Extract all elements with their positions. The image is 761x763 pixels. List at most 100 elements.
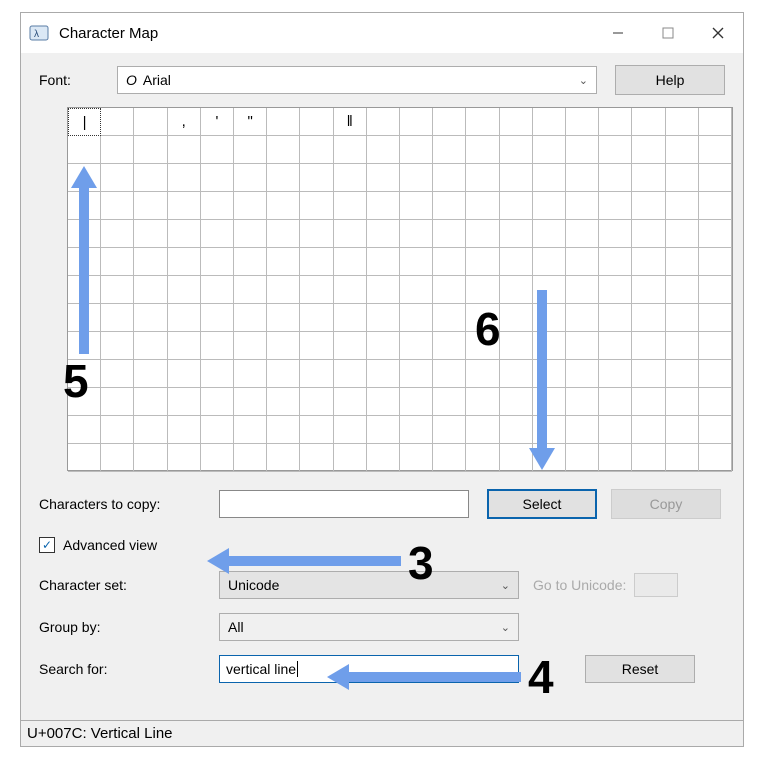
grid-cell[interactable] <box>168 164 201 192</box>
grid-cell[interactable] <box>367 136 400 164</box>
grid-cell[interactable] <box>68 416 101 444</box>
grid-cell[interactable] <box>168 220 201 248</box>
grid-cell[interactable] <box>201 220 234 248</box>
grid-cell[interactable] <box>234 388 267 416</box>
grid-cell[interactable] <box>101 332 134 360</box>
grid-cell[interactable] <box>134 192 167 220</box>
grid-cell[interactable] <box>300 416 333 444</box>
grid-cell[interactable] <box>300 304 333 332</box>
grid-cell[interactable] <box>533 248 566 276</box>
grid-cell[interactable] <box>400 444 433 472</box>
grid-cell[interactable] <box>334 360 367 388</box>
grid-cell[interactable] <box>533 304 566 332</box>
grid-cell[interactable] <box>533 220 566 248</box>
grid-cell[interactable] <box>168 248 201 276</box>
grid-cell[interactable] <box>666 388 699 416</box>
grid-cell[interactable] <box>234 164 267 192</box>
grid-cell[interactable] <box>599 388 632 416</box>
grid-cell[interactable] <box>334 444 367 472</box>
grid-cell[interactable] <box>400 276 433 304</box>
grid-cell[interactable] <box>68 304 101 332</box>
grid-cell[interactable] <box>101 360 134 388</box>
grid-cell[interactable] <box>533 388 566 416</box>
grid-cell[interactable] <box>101 304 134 332</box>
grid-cell[interactable] <box>234 276 267 304</box>
grid-cell[interactable] <box>566 164 599 192</box>
grid-cell[interactable]: , <box>168 108 201 136</box>
grid-cell[interactable] <box>566 416 599 444</box>
grid-cell[interactable] <box>168 444 201 472</box>
grid-cell[interactable] <box>466 164 499 192</box>
grid-cell[interactable] <box>666 360 699 388</box>
grid-cell[interactable] <box>367 416 400 444</box>
grid-cell[interactable] <box>566 332 599 360</box>
grid-cell[interactable] <box>201 360 234 388</box>
select-button[interactable]: Select <box>487 489 597 519</box>
grid-cell[interactable] <box>433 276 466 304</box>
grid-cell[interactable] <box>466 416 499 444</box>
grid-cell[interactable] <box>267 108 300 136</box>
grid-cell[interactable] <box>666 304 699 332</box>
grid-cell[interactable] <box>168 192 201 220</box>
grid-cell[interactable] <box>466 192 499 220</box>
grid-cell[interactable] <box>699 276 732 304</box>
grid-cell[interactable] <box>234 360 267 388</box>
grid-cell[interactable] <box>566 276 599 304</box>
grid-cell[interactable] <box>699 388 732 416</box>
grid-cell[interactable] <box>234 304 267 332</box>
minimize-button[interactable] <box>593 13 643 53</box>
grid-cell[interactable] <box>632 444 665 472</box>
grid-cell[interactable] <box>632 360 665 388</box>
grid-cell[interactable] <box>101 192 134 220</box>
help-button[interactable]: Help <box>615 65 725 95</box>
grid-cell[interactable] <box>334 416 367 444</box>
search-input[interactable]: vertical line <box>219 655 519 683</box>
grid-cell[interactable] <box>300 444 333 472</box>
grid-cell[interactable] <box>134 276 167 304</box>
grid-cell[interactable] <box>400 304 433 332</box>
grid-cell[interactable] <box>632 388 665 416</box>
grid-cell[interactable] <box>201 136 234 164</box>
grid-cell[interactable] <box>433 220 466 248</box>
grid-cell[interactable] <box>267 304 300 332</box>
grid-cell[interactable] <box>267 220 300 248</box>
grid-cell[interactable] <box>134 164 167 192</box>
grid-cell[interactable] <box>433 444 466 472</box>
grid-cell[interactable] <box>300 360 333 388</box>
grid-cell[interactable] <box>566 136 599 164</box>
grid-cell[interactable] <box>367 444 400 472</box>
grid-cell[interactable] <box>666 220 699 248</box>
grid-cell[interactable] <box>68 136 101 164</box>
grid-cell[interactable] <box>134 136 167 164</box>
grid-cell[interactable] <box>533 416 566 444</box>
grid-cell[interactable] <box>68 276 101 304</box>
grid-cell[interactable] <box>300 248 333 276</box>
grid-cell[interactable] <box>300 332 333 360</box>
grid-cell[interactable] <box>466 360 499 388</box>
grid-cell[interactable] <box>466 136 499 164</box>
grid-cell[interactable] <box>400 332 433 360</box>
grid-cell[interactable] <box>134 332 167 360</box>
grid-cell[interactable] <box>599 136 632 164</box>
grid-cell[interactable] <box>500 220 533 248</box>
grid-cell[interactable] <box>168 360 201 388</box>
grid-cell[interactable] <box>466 444 499 472</box>
grid-cell[interactable] <box>666 248 699 276</box>
grid-cell[interactable] <box>367 164 400 192</box>
grid-cell[interactable] <box>533 332 566 360</box>
grid-cell[interactable] <box>466 108 499 136</box>
grid-cell[interactable] <box>433 248 466 276</box>
grid-cell[interactable] <box>699 444 732 472</box>
grid-cell[interactable] <box>101 220 134 248</box>
grid-cell[interactable] <box>433 192 466 220</box>
grid-cell[interactable] <box>666 276 699 304</box>
grid-cell[interactable] <box>666 192 699 220</box>
grid-cell[interactable] <box>300 136 333 164</box>
grid-cell[interactable] <box>533 276 566 304</box>
grid-cell[interactable] <box>68 444 101 472</box>
grid-cell[interactable] <box>666 136 699 164</box>
grid-cell[interactable] <box>134 360 167 388</box>
grid-cell[interactable] <box>666 416 699 444</box>
grid-cell[interactable] <box>699 332 732 360</box>
grid-cell[interactable] <box>168 136 201 164</box>
